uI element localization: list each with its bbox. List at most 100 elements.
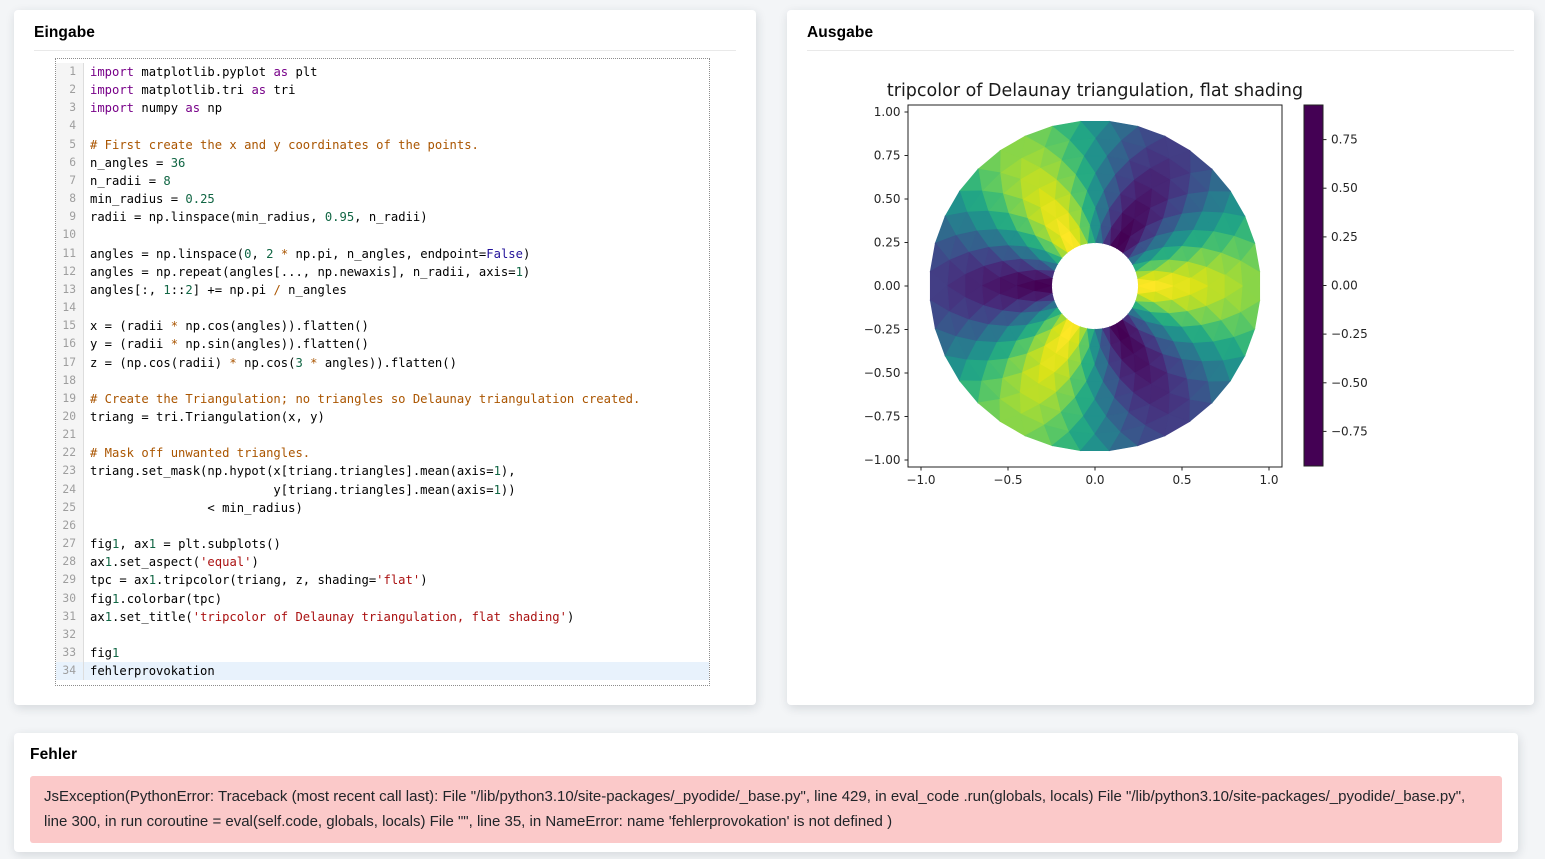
code-line[interactable]: 25 < min_radius) (56, 499, 709, 517)
line-number: 5 (56, 136, 84, 154)
output-panel-title: Ausgabe (807, 24, 1514, 42)
line-number: 16 (56, 335, 84, 353)
output-panel: Ausgabe tripcolor of Delaunay triangulat… (787, 10, 1534, 705)
line-number: 20 (56, 408, 84, 426)
x-tick-label: 1.0 (1259, 473, 1278, 487)
y-tick-label: −0.75 (864, 410, 901, 424)
code-line[interactable]: 27fig1, ax1 = plt.subplots() (56, 535, 709, 553)
line-number: 6 (56, 154, 84, 172)
code-line[interactable]: 15x = (radii * np.cos(angles)).flatten() (56, 317, 709, 335)
colorbar-tick-label: 0.75 (1331, 133, 1358, 147)
code-line[interactable]: 23triang.set_mask(np.hypot(x[triang.tria… (56, 462, 709, 480)
line-number: 29 (56, 571, 84, 589)
error-panel-title: Fehler (30, 746, 1502, 764)
line-number: 1 (56, 63, 84, 81)
code-line[interactable]: 16y = (radii * np.sin(angles)).flatten() (56, 335, 709, 353)
y-tick-label: −0.25 (864, 323, 901, 337)
line-number: 17 (56, 354, 84, 372)
colorbar-tick-label: 0.25 (1331, 230, 1358, 244)
line-number: 26 (56, 517, 84, 535)
line-number: 18 (56, 372, 84, 390)
code-line[interactable]: 2import matplotlib.tri as tri (56, 81, 709, 99)
code-line[interactable]: 5# First create the x and y coordinates … (56, 136, 709, 154)
top-row: Eingabe 1import matplotlib.pyplot as plt… (14, 10, 1534, 705)
code-line[interactable]: 28ax1.set_aspect('equal') (56, 553, 709, 571)
x-tick-label: −1.0 (906, 473, 935, 487)
line-number: 24 (56, 481, 84, 499)
output-plot: tripcolor of Delaunay triangulation, fla… (850, 75, 1410, 507)
code-editor[interactable]: 1import matplotlib.pyplot as plt2import … (55, 58, 710, 686)
colorbar (1304, 105, 1323, 466)
y-tick-label: −0.50 (864, 366, 901, 380)
line-number: 13 (56, 281, 84, 299)
colorbar-tick-label: −0.50 (1331, 376, 1368, 390)
code-line[interactable]: 7n_radii = 8 (56, 172, 709, 190)
code-line[interactable]: 26 (56, 517, 709, 535)
line-number: 31 (56, 608, 84, 626)
code-line[interactable]: 33fig1 (56, 644, 709, 662)
line-number: 25 (56, 499, 84, 517)
line-number: 4 (56, 117, 84, 135)
line-number: 22 (56, 444, 84, 462)
line-number: 27 (56, 535, 84, 553)
code-line[interactable]: 3import numpy as np (56, 99, 709, 117)
line-number: 12 (56, 263, 84, 281)
code-line[interactable]: 8min_radius = 0.25 (56, 190, 709, 208)
y-tick-label: 0.75 (874, 149, 901, 163)
code-line[interactable]: 29tpc = ax1.tripcolor(triang, z, shading… (56, 571, 709, 589)
code-line[interactable]: 31ax1.set_title('tripcolor of Delaunay t… (56, 608, 709, 626)
code-line[interactable]: 1import matplotlib.pyplot as plt (56, 63, 709, 81)
code-line[interactable]: 20triang = tri.Triangulation(x, y) (56, 408, 709, 426)
line-number: 3 (56, 99, 84, 117)
line-number: 15 (56, 317, 84, 335)
code-line[interactable]: 10 (56, 226, 709, 244)
line-number: 21 (56, 426, 84, 444)
code-line[interactable]: 24 y[triang.triangles].mean(axis=1)) (56, 481, 709, 499)
colorbar-tick-label: 0.00 (1331, 279, 1358, 293)
code-line[interactable]: 19# Create the Triangulation; no triangl… (56, 390, 709, 408)
x-tick-label: 0.5 (1172, 473, 1191, 487)
code-line[interactable]: 11angles = np.linspace(0, 2 * np.pi, n_a… (56, 245, 709, 263)
line-number: 28 (56, 553, 84, 571)
input-panel-divider (34, 50, 736, 51)
code-line[interactable]: 13angles[:, 1::2] += np.pi / n_angles (56, 281, 709, 299)
error-panel: Fehler JsException(PythonError: Tracebac… (14, 733, 1518, 852)
line-number: 11 (56, 245, 84, 263)
code-line[interactable]: 12angles = np.repeat(angles[..., np.newa… (56, 263, 709, 281)
code-line[interactable]: 6n_angles = 36 (56, 154, 709, 172)
output-figure: tripcolor of Delaunay triangulation, fla… (850, 75, 1410, 507)
x-tick-label: −0.5 (993, 473, 1022, 487)
code-line[interactable]: 18 (56, 372, 709, 390)
code-line[interactable]: 30fig1.colorbar(tpc) (56, 590, 709, 608)
line-number: 34 (56, 662, 84, 680)
line-number: 2 (56, 81, 84, 99)
input-panel-title: Eingabe (34, 24, 736, 42)
input-panel: Eingabe 1import matplotlib.pyplot as plt… (14, 10, 756, 705)
error-message: JsException(PythonError: Traceback (most… (30, 776, 1502, 843)
line-number: 19 (56, 390, 84, 408)
line-number: 10 (56, 226, 84, 244)
code-line[interactable]: 9radii = np.linspace(min_radius, 0.95, n… (56, 208, 709, 226)
line-number: 14 (56, 299, 84, 317)
x-tick-label: 0.0 (1085, 473, 1104, 487)
code-line[interactable]: 4 (56, 117, 709, 135)
code-line[interactable]: 32 (56, 626, 709, 644)
code-line[interactable]: 14 (56, 299, 709, 317)
colorbar-tick-label: 0.50 (1331, 181, 1358, 195)
line-number: 30 (56, 590, 84, 608)
code-line[interactable]: 22# Mask off unwanted triangles. (56, 444, 709, 462)
colorbar-tick-label: −0.25 (1331, 327, 1368, 341)
plot-title: tripcolor of Delaunay triangulation, fla… (887, 81, 1303, 101)
code-line[interactable]: 34fehlerprovokation (56, 662, 709, 680)
y-tick-label: −1.00 (864, 453, 901, 467)
code-line[interactable]: 21 (56, 426, 709, 444)
y-tick-label: 1.00 (874, 105, 901, 119)
code-line[interactable]: 17z = (np.cos(radii) * np.cos(3 * angles… (56, 354, 709, 372)
output-panel-divider (807, 50, 1514, 51)
y-tick-label: 0.50 (874, 192, 901, 206)
line-number: 9 (56, 208, 84, 226)
line-number: 8 (56, 190, 84, 208)
y-tick-label: 0.25 (874, 236, 901, 250)
line-number: 32 (56, 626, 84, 644)
line-number: 23 (56, 462, 84, 480)
